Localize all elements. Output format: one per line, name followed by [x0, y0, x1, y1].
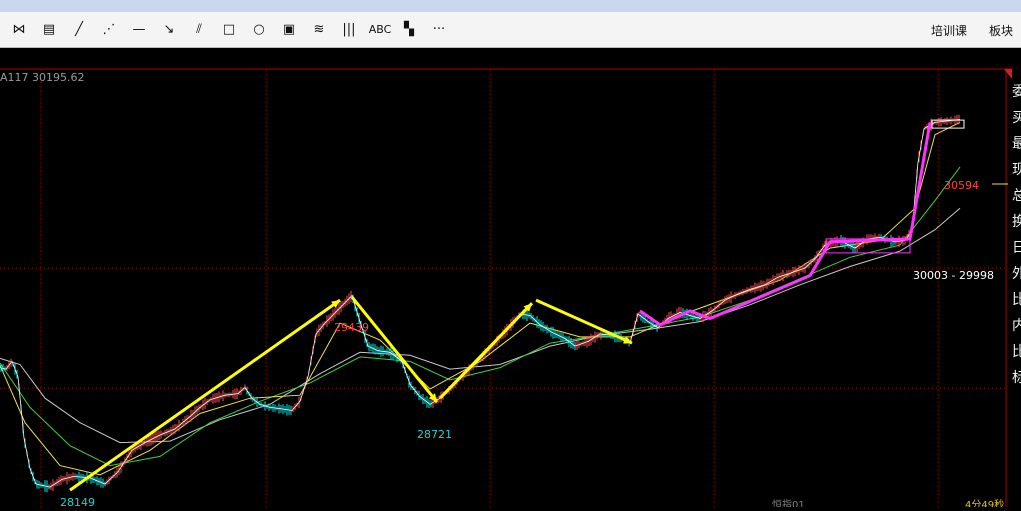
ellipse-icon[interactable]: ○ — [249, 21, 269, 39]
trend-arrow — [350, 296, 439, 403]
vertical-lines-icon[interactable]: ||| — [339, 21, 359, 39]
more-icon[interactable]: ··· — [429, 21, 449, 39]
side-panel-char: 买 — [1012, 110, 1021, 126]
rectangle-icon[interactable]: □ — [219, 21, 239, 39]
horizontal-line-icon[interactable]: — — [129, 21, 149, 39]
indicator-label: 恒指01 — [772, 498, 805, 507]
note-icon[interactable]: ▣ — [279, 21, 299, 39]
panel-icon[interactable]: ▤ — [39, 21, 59, 39]
price-chart[interactable]: A117 30195.62 29439 28721 28149 30594 30… — [0, 48, 1021, 511]
moving-average-mid — [0, 166, 961, 467]
side-panel-char: 标 — [1012, 370, 1021, 386]
side-panel-char: 委 — [1012, 84, 1021, 100]
side-panel-char: 最 — [1012, 136, 1021, 152]
text-tool-icon[interactable]: ABC — [367, 21, 393, 39]
parallel-lines-icon[interactable]: ⫽ — [189, 21, 209, 39]
moving-average-long — [0, 207, 961, 444]
timer-label: 4分49秒 — [965, 498, 1004, 507]
moving-average-short — [0, 121, 961, 476]
side-panel-char: 外 — [1012, 266, 1021, 282]
trend-arrow — [438, 302, 534, 400]
line-icon[interactable]: ╱ — [69, 21, 89, 39]
side-panel-char: 现 — [1012, 162, 1021, 178]
fibonacci-icon[interactable]: ≋ — [309, 21, 329, 39]
low-label-0: 28149 — [60, 496, 95, 507]
side-panel-char: 内 — [1012, 318, 1021, 334]
side-panel-char: 比 — [1012, 292, 1021, 308]
side-panel-char: 换 — [1012, 214, 1021, 230]
price-line — [0, 119, 961, 488]
window-title-bar — [0, 0, 1021, 12]
side-panel-char: 总 — [1012, 188, 1021, 204]
corner-marker — [1004, 69, 1012, 79]
range-label: 30003 - 29998 — [913, 269, 994, 282]
bowtie-icon[interactable]: ⋈ — [9, 21, 29, 39]
high-label-2: 30594 — [944, 179, 979, 192]
side-panel-char: 比 — [1012, 344, 1021, 360]
arrow-icon[interactable]: ↘ — [159, 21, 179, 39]
sector-link[interactable]: 板块 — [989, 22, 1013, 39]
header-readout: A117 30195.62 — [0, 71, 85, 84]
quote-side-panel: 委买最现总换日外比内比标 — [1012, 48, 1021, 507]
training-course-link[interactable]: 培训课 — [931, 22, 967, 39]
low-label-1: 28721 — [417, 428, 452, 441]
high-label-1: 29439 — [334, 321, 369, 334]
eraser-icon[interactable]: ▚ — [399, 21, 419, 39]
drawing-toolbar: ⋈ ▤ ╱ ⋰ — ↘ ⫽ □ ○ ▣ ≋ ||| ABC ▚ ··· 培训课 … — [0, 12, 1021, 48]
wave-annotation — [639, 122, 932, 327]
side-panel-char: 日 — [1012, 240, 1021, 256]
dashed-line-icon[interactable]: ⋰ — [99, 21, 119, 39]
